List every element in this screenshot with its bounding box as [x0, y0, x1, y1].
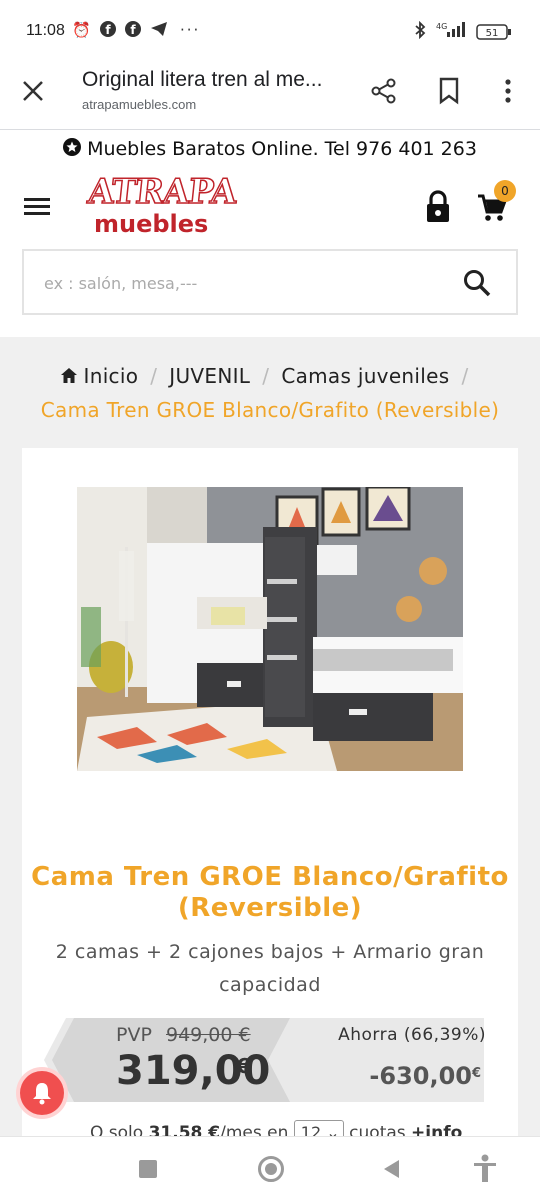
share-icon[interactable]: [370, 77, 398, 109]
breadcrumb-separator: /: [461, 364, 469, 388]
product-title: Cama Tren GROE Blanco/Grafito (Reversibl…: [31, 862, 509, 923]
alarm-icon: ⏰: [72, 21, 91, 39]
telegram-icon: [150, 21, 168, 41]
breadcrumb-juvenil[interactable]: JUVENIL: [169, 364, 250, 388]
custom-tab-bar: Original litera tren al me... atrapamueb…: [0, 64, 540, 130]
signal-icon: [446, 21, 468, 41]
bookmark-icon[interactable]: [438, 77, 460, 109]
current-price-currency: €: [236, 1054, 250, 1078]
bluetooth-icon: [414, 20, 426, 43]
status-bar: 11:08 ⏰ f f ··· 4G 51: [0, 0, 540, 64]
promo-text: Muebles Baratos Online. Tel 976 401 263: [87, 138, 477, 160]
old-price: 949,00 €: [166, 1024, 251, 1046]
svg-text:51: 51: [486, 28, 499, 39]
svg-text:f: f: [105, 23, 111, 37]
breadcrumb-separator: /: [262, 364, 270, 388]
svg-text:f: f: [130, 23, 136, 37]
close-icon[interactable]: [20, 78, 46, 108]
back-button[interactable]: [382, 1159, 400, 1183]
logo-text-bottom: muebles: [94, 210, 209, 238]
pvp-label: PVP: [116, 1024, 152, 1046]
breadcrumb-separator: /: [150, 364, 158, 388]
tab-title: Original litera tren al me...: [82, 68, 323, 91]
breadcrumb: Inicio / JUVENIL / Camas juveniles / Cama Tre…: [0, 360, 540, 427]
status-time: 11:08: [26, 22, 65, 39]
savings-amount: -630,00: [369, 1062, 472, 1090]
more-options-icon[interactable]: [500, 77, 516, 109]
breadcrumb-home[interactable]: Inicio: [84, 364, 139, 388]
search-input[interactable]: [44, 269, 444, 297]
home-icon[interactable]: [60, 361, 78, 394]
system-navigation-bar: [0, 1136, 540, 1200]
tab-url: atrapamuebles.com: [82, 97, 197, 112]
star-icon: [63, 131, 82, 169]
savings-currency: €: [472, 1066, 482, 1081]
logo-text-top: ATRAPA: [85, 171, 239, 213]
facebook-icon: f: [100, 21, 116, 41]
more-notifications-icon: ···: [180, 21, 201, 39]
home-button[interactable]: [258, 1156, 284, 1182]
promo-banner: Muebles Baratos Online. Tel 976 401 263: [0, 130, 540, 168]
savings-label: Ahorra (66,39%): [338, 1025, 486, 1045]
accessibility-icon[interactable]: [472, 1154, 498, 1188]
search-box: [22, 249, 518, 315]
recents-button[interactable]: [139, 1160, 157, 1178]
product-image[interactable]: [77, 487, 463, 771]
bell-icon: [33, 1083, 51, 1105]
search-icon[interactable]: [462, 268, 492, 302]
hamburger-menu-icon[interactable]: [24, 195, 50, 221]
facebook-icon-2: f: [125, 21, 141, 41]
notification-bell-button[interactable]: [20, 1071, 64, 1115]
breadcrumb-current: Cama Tren GROE Blanco/Grafito (Reversibl…: [40, 398, 500, 422]
battery-icon: 51: [476, 24, 512, 44]
product-subtitle: 2 camas + 2 cajones bajos + Armario gran…: [55, 941, 485, 996]
breadcrumb-camas-juveniles[interactable]: Camas juveniles: [281, 364, 449, 388]
cart-count-badge: 0: [494, 180, 516, 202]
lock-icon[interactable]: [424, 190, 452, 228]
